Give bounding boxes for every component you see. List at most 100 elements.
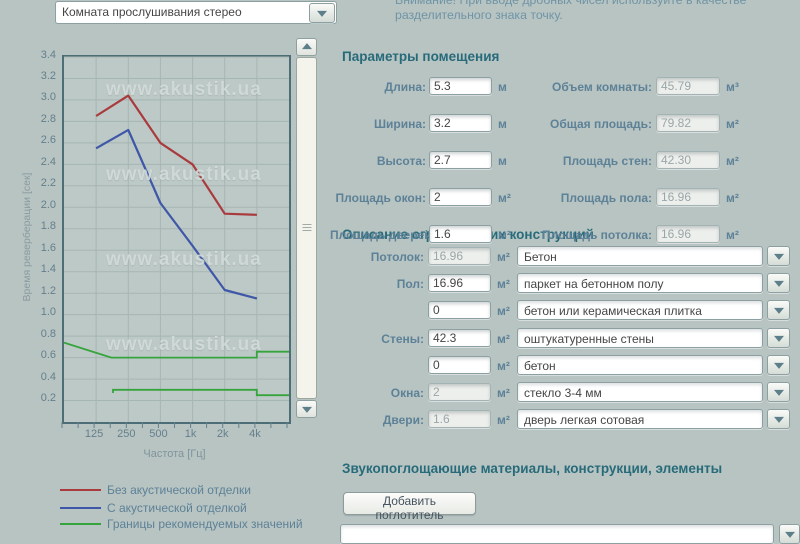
floor-2-material-select[interactable]: бетон или керамическая плитка xyxy=(517,300,763,320)
doors-material-select[interactable]: дверь легкая сотовая xyxy=(517,409,763,429)
walls-area-input xyxy=(656,151,720,169)
total-area-unit: м² xyxy=(726,115,739,133)
total-area-input xyxy=(656,114,720,132)
doors-area-unit: м² xyxy=(498,226,511,244)
windows-area-unit: м² xyxy=(497,384,510,402)
room-volume-input xyxy=(656,77,720,95)
floor-2-material-dropdown-button[interactable] xyxy=(767,300,790,320)
y-tick-label: 1.8 xyxy=(28,220,56,232)
y-tick-label: 2.8 xyxy=(28,113,56,125)
arrow-down-icon xyxy=(302,407,312,413)
windows-material-dropdown-button[interactable] xyxy=(767,382,790,402)
width-input[interactable] xyxy=(429,114,492,132)
total-area-label: Общая площадь: xyxy=(535,115,652,133)
legend-label-no-treatment: Без акустической отделки xyxy=(107,483,251,497)
chevron-down-icon xyxy=(774,281,784,287)
chevron-down-icon xyxy=(774,308,784,314)
length-input[interactable] xyxy=(429,77,492,95)
y-tick-label: 0.4 xyxy=(28,371,56,383)
add-absorber-button[interactable]: Добавить поглотитель xyxy=(343,492,476,515)
windows-area-unit: м² xyxy=(498,189,511,207)
walls-material-select[interactable]: оштукатуренные стены xyxy=(517,328,763,348)
floor-2-area-input[interactable] xyxy=(428,301,491,319)
chart-scroll-up-button[interactable] xyxy=(296,38,317,56)
doors-area-unit: м² xyxy=(497,411,510,429)
width-label: Ширина: xyxy=(330,115,426,133)
windows-material-select[interactable]: стекло 3-4 мм xyxy=(517,382,763,402)
y-tick-label: 3.2 xyxy=(28,70,56,82)
chart-scroll-down-button[interactable] xyxy=(296,400,317,418)
chevron-down-icon xyxy=(774,336,784,342)
ceiling-area-input xyxy=(656,225,720,243)
y-tick-label: 1.4 xyxy=(28,263,56,275)
y-axis-title: Время реверберации [сек] xyxy=(21,173,33,302)
floor-area-input[interactable] xyxy=(428,274,491,292)
floor-area-unit: м² xyxy=(497,275,510,293)
chevron-down-icon xyxy=(317,11,327,17)
chevron-down-icon xyxy=(774,254,784,260)
room-volume-label: Объем комнаты: xyxy=(535,78,652,96)
walls-2-material-select[interactable]: бетон xyxy=(517,355,763,375)
chevron-down-icon xyxy=(785,532,795,538)
windows-area-label: Площадь окон: xyxy=(330,189,426,207)
section-title-absorbers: Звукопоглощающие материалы, конструкции,… xyxy=(342,461,722,476)
legend-line-recommended-bounds xyxy=(60,523,101,525)
arrow-up-icon xyxy=(302,43,312,49)
walls-material-dropdown-button[interactable] xyxy=(767,328,790,348)
windows-area-input[interactable] xyxy=(429,188,492,206)
room-preset-dropdown-button[interactable] xyxy=(309,3,335,23)
y-tick-label: 3.4 xyxy=(28,49,56,61)
floor-2-area-unit: м² xyxy=(497,302,510,320)
room-volume-unit: м³ xyxy=(726,78,739,96)
walls-area-unit: м² xyxy=(497,330,510,348)
decimal-separator-note: Внимание! При вводе дробных чисел исполь… xyxy=(395,0,777,23)
section-title-room-params: Параметры помещения xyxy=(342,49,499,64)
height-label: Высота: xyxy=(330,152,426,170)
y-tick-label: 2.2 xyxy=(28,177,56,189)
ceiling-label: Потолок: xyxy=(330,248,424,266)
y-tick-label: 0.6 xyxy=(28,349,56,361)
ceiling-material-select[interactable]: Бетон xyxy=(517,246,763,266)
ceiling-area-label: Площадь потолка: xyxy=(535,226,652,244)
walls-area-input[interactable] xyxy=(428,329,491,347)
floor-material-select[interactable]: паркет на бетонном полу xyxy=(517,273,763,293)
note-line-1: Внимание! При вводе дробных чисел исполь… xyxy=(395,0,777,8)
room-preset-select[interactable]: Комната прослушивания стерео xyxy=(55,1,337,24)
walls-2-area-unit: м² xyxy=(497,357,510,375)
doors-area-input[interactable] xyxy=(429,225,492,243)
y-tick-label: 2.4 xyxy=(28,156,56,168)
walls-label: Стены: xyxy=(330,330,424,348)
doors-area-input xyxy=(428,410,491,428)
windows-label: Окна: xyxy=(330,384,424,402)
note-line-2: разделительного знака точку. xyxy=(395,8,777,23)
height-input[interactable] xyxy=(429,151,492,169)
ceiling-material-dropdown-button[interactable] xyxy=(767,246,790,266)
reverberation-chart xyxy=(64,57,289,422)
ceiling-area-unit: м² xyxy=(726,226,739,244)
absorber-select[interactable] xyxy=(340,524,774,544)
y-tick-label: 1.0 xyxy=(28,306,56,318)
windows-area-input xyxy=(428,383,491,401)
floor-area-unit: м² xyxy=(726,189,739,207)
reverberation-chart-plot: www.akustik.uawww.akustik.uawww.akustik.… xyxy=(62,55,291,424)
floor-material-dropdown-button[interactable] xyxy=(767,273,790,293)
legend-line-no-treatment xyxy=(60,489,101,491)
y-tick-label: 0.2 xyxy=(28,392,56,404)
walls-area-label: Площадь стен: xyxy=(535,152,652,170)
length-unit: м xyxy=(498,78,507,96)
x-tick-label: 4k xyxy=(235,428,275,440)
doors-material-dropdown-button[interactable] xyxy=(767,409,790,429)
ceiling-area-input xyxy=(428,247,491,265)
absorber-dropdown-button[interactable] xyxy=(779,524,800,544)
walls-2-area-input[interactable] xyxy=(428,356,491,374)
width-unit: м xyxy=(498,115,507,133)
room-acoustics-calculator: Комната прослушивания стерео Внимание! П… xyxy=(0,0,800,531)
chart-scrollbar-thumb[interactable] xyxy=(296,57,317,399)
walls-area-unit: м² xyxy=(726,152,739,170)
ceiling-area-unit: м² xyxy=(497,248,510,266)
walls-2-material-dropdown-button[interactable] xyxy=(767,355,790,375)
y-tick-label: 1.2 xyxy=(28,285,56,297)
legend-label-recommended-bounds: Границы рекомендуемых значений xyxy=(107,517,303,531)
y-tick-label: 2.0 xyxy=(28,199,56,211)
chevron-down-icon xyxy=(774,363,784,369)
